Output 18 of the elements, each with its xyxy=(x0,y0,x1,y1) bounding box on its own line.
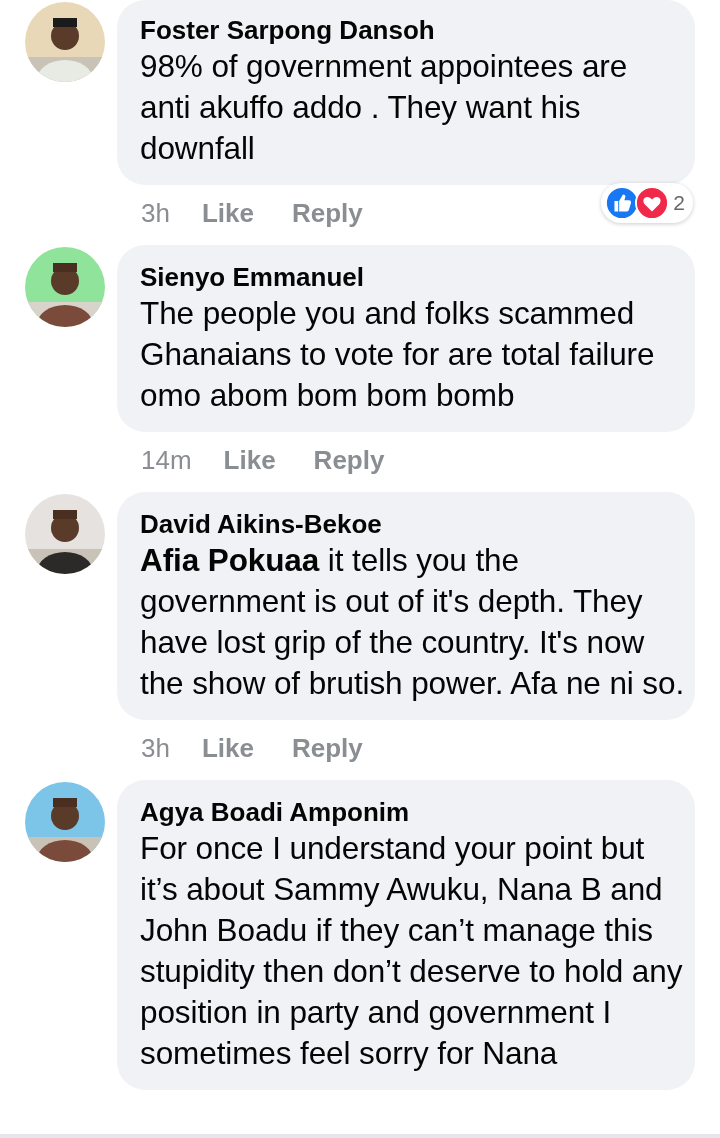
comment-text: For once I understand your point but it’s about Sammy Awuku, Nana B and John Boadu if they can’t manage this stupidity then don’t deserve to hold any position in party and government I sometimes feel sorry for Nana xyxy=(140,829,684,1073)
comment-time: 3h xyxy=(141,197,170,229)
commenter-name[interactable]: David Aikins-Bekoe xyxy=(140,508,685,540)
comment-action-link[interactable]: Like xyxy=(201,197,254,229)
comment-action-link[interactable]: Reply xyxy=(291,732,363,764)
comment-text: 98% of government appointees are anti akuffo addo . They want his downfall xyxy=(140,47,629,168)
reaction-summary[interactable]: 2 xyxy=(601,183,693,223)
commenter-name[interactable]: Agya Boadi Amponim xyxy=(140,796,685,828)
comment-time: 3h xyxy=(141,732,170,764)
commenter-name[interactable]: Foster Sarpong Dansoh xyxy=(140,14,685,46)
comment-action-link[interactable]: Like xyxy=(223,444,276,476)
comment-action-link[interactable]: Reply xyxy=(291,197,363,229)
comment-text: Afia Pokuaa it tells you the government is out of it's depth. They have lost grip of the country. It's now the show of brutish power. Afa ne ni so. xyxy=(140,541,685,703)
comment-action-link[interactable]: Reply xyxy=(313,444,385,476)
commenter-name[interactable]: Sienyo Emmanuel xyxy=(140,261,685,293)
comment-time: 14m xyxy=(141,444,192,476)
comment-text: The people you and folks scammed Ghanaians to vote for are total failure omo abom bom bom bomb xyxy=(140,294,656,415)
comment-action-link[interactable]: Like xyxy=(201,732,254,764)
